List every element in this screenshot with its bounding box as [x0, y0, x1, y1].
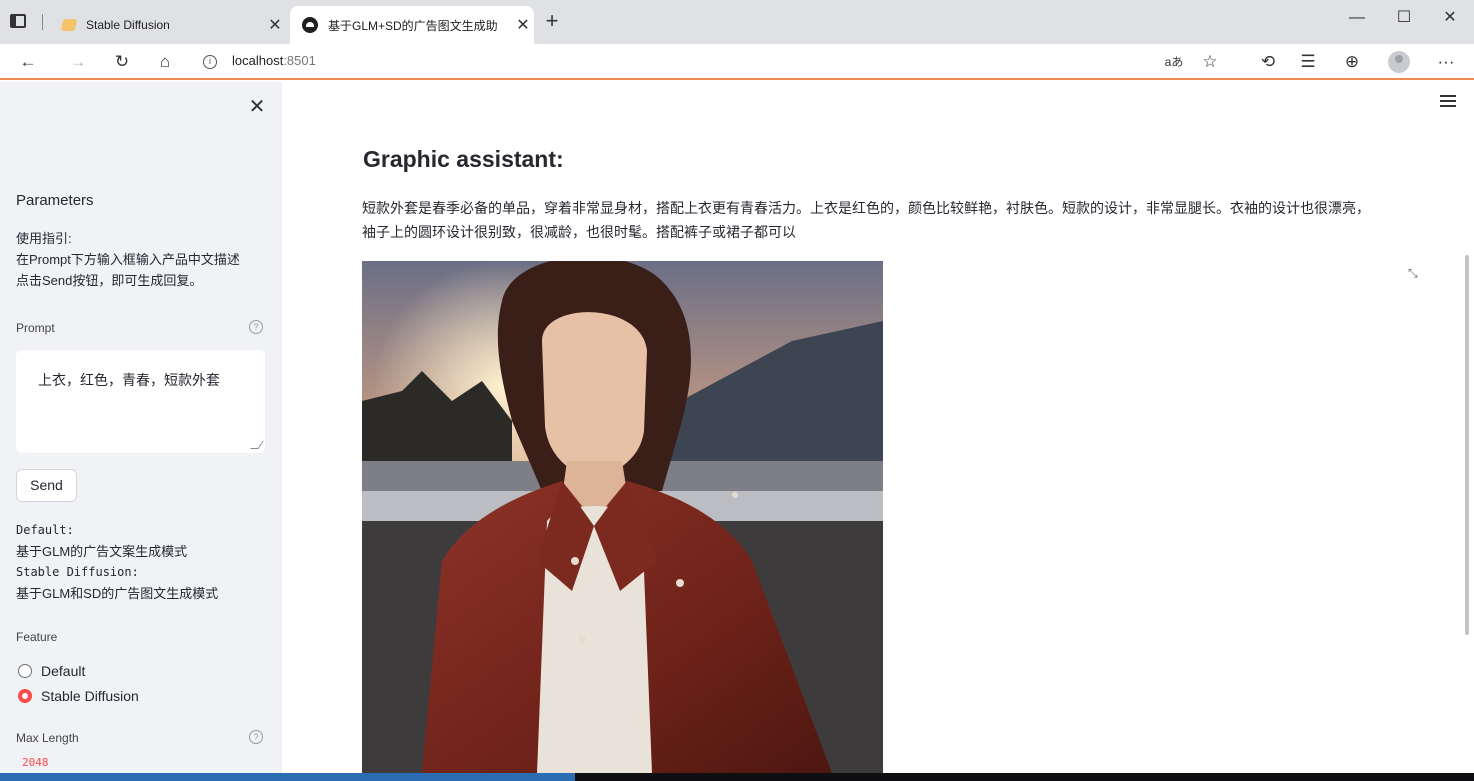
- stable-diffusion-favicon-icon: [60, 19, 78, 31]
- hamburger-icon[interactable]: [1440, 95, 1456, 107]
- info-icon[interactable]: i: [203, 55, 217, 69]
- sd-mode-desc: 基于GLM和SD的广告图文生成模式: [16, 586, 219, 601]
- tab-title: 基于GLM+SD的广告图文生成助: [328, 18, 498, 33]
- help-icon[interactable]: ?: [249, 730, 263, 744]
- tab-close-icon[interactable]: ✕: [512, 15, 534, 35]
- streamlit-favicon-icon: [302, 17, 318, 33]
- new-tab-button[interactable]: +: [540, 10, 564, 34]
- address-bar[interactable]: localhost:8501: [232, 53, 316, 68]
- radio-button-selected[interactable]: [18, 689, 32, 703]
- generated-ad-copy: 短款外套是春季必备的单品，穿着非常显身材，搭配上衣更有青春活力。上衣是红色的，颜…: [362, 200, 1370, 240]
- back-icon[interactable]: ←: [16, 50, 40, 74]
- maximize-button[interactable]: ☐: [1386, 4, 1422, 32]
- prompt-input[interactable]: 上衣，红色，青春，短款外套: [16, 350, 265, 453]
- radio-stable-diffusion[interactable]: Stable Diffusion: [18, 688, 139, 704]
- url-port: :8501: [283, 53, 316, 68]
- radio-button[interactable]: [18, 664, 32, 678]
- profile-icon[interactable]: [1388, 51, 1410, 73]
- feature-label: Feature: [16, 630, 58, 644]
- sidebar: ✕ Parameters 使用指引: 在Prompt下方输入框输入产品中文描述 …: [0, 82, 282, 781]
- forward-icon[interactable]: →: [66, 50, 90, 74]
- extensions-icon[interactable]: ⟲: [1256, 50, 1280, 74]
- default-mode-key: Default:: [16, 523, 74, 537]
- help-icon[interactable]: ?: [249, 320, 263, 334]
- radio-label: Stable Diffusion: [41, 688, 139, 704]
- radio-label: Default: [41, 663, 86, 679]
- home-icon[interactable]: ⌂: [153, 50, 177, 74]
- favorites-icon[interactable]: ☰: [1296, 50, 1320, 74]
- guide-line-1: 在Prompt下方输入框输入产品中文描述: [16, 252, 240, 267]
- resize-handle-icon[interactable]: [250, 441, 264, 449]
- guide-title: 使用指引:: [16, 231, 72, 246]
- sd-mode-key: Stable Diffusion:: [16, 565, 139, 579]
- fullscreen-icon[interactable]: ⤡: [1408, 266, 1418, 281]
- guide-line-2: 点击Send按钮，即可生成回复。: [16, 273, 203, 288]
- close-icon[interactable]: ✕: [246, 96, 268, 118]
- max-length-slider-value[interactable]: 2048: [22, 756, 49, 769]
- window-close-button[interactable]: ✕: [1432, 4, 1468, 32]
- browser-toolbar: ← → ↻ ⌂ i localhost:8501 aあ ☆ ⟲ ☰ ⊕ ···: [0, 44, 1474, 80]
- sidebar-heading: Parameters: [16, 192, 94, 209]
- read-aloud-icon[interactable]: aあ: [1162, 50, 1186, 74]
- browser-tab-strip: Stable Diffusion ✕ 基于GLM+SD的广告图文生成助 ✕ + …: [0, 0, 1474, 44]
- tab-close-icon[interactable]: ✕: [264, 15, 286, 35]
- generated-ad-image: [362, 261, 883, 773]
- tab-actions-icon[interactable]: [10, 14, 26, 28]
- tab-separator: [42, 14, 43, 30]
- favorite-icon[interactable]: ☆: [1198, 50, 1222, 74]
- send-button[interactable]: Send: [16, 469, 77, 502]
- radio-default[interactable]: Default: [18, 663, 85, 679]
- taskbar: [0, 773, 1474, 781]
- tab-stable-diffusion[interactable]: Stable Diffusion ✕: [50, 6, 286, 44]
- max-length-label: Max Length: [16, 731, 79, 745]
- url-host: localhost: [232, 53, 284, 68]
- page-title: Graphic assistant:: [363, 146, 564, 172]
- tab-title: Stable Diffusion: [86, 18, 170, 32]
- default-mode-desc: 基于GLM的广告文案生成模式: [16, 544, 188, 559]
- prompt-label: Prompt: [16, 321, 55, 335]
- scrollbar[interactable]: [1465, 255, 1469, 635]
- tab-glm-sd-assistant[interactable]: 基于GLM+SD的广告图文生成助 ✕: [290, 6, 534, 44]
- minimize-button[interactable]: —: [1339, 4, 1375, 32]
- collections-icon[interactable]: ⊕: [1340, 50, 1364, 74]
- refresh-icon[interactable]: ↻: [110, 50, 134, 74]
- generated-portrait-image: [362, 261, 883, 773]
- prompt-value: 上衣，红色，青春，短款外套: [38, 372, 220, 388]
- more-icon[interactable]: ···: [1434, 50, 1458, 74]
